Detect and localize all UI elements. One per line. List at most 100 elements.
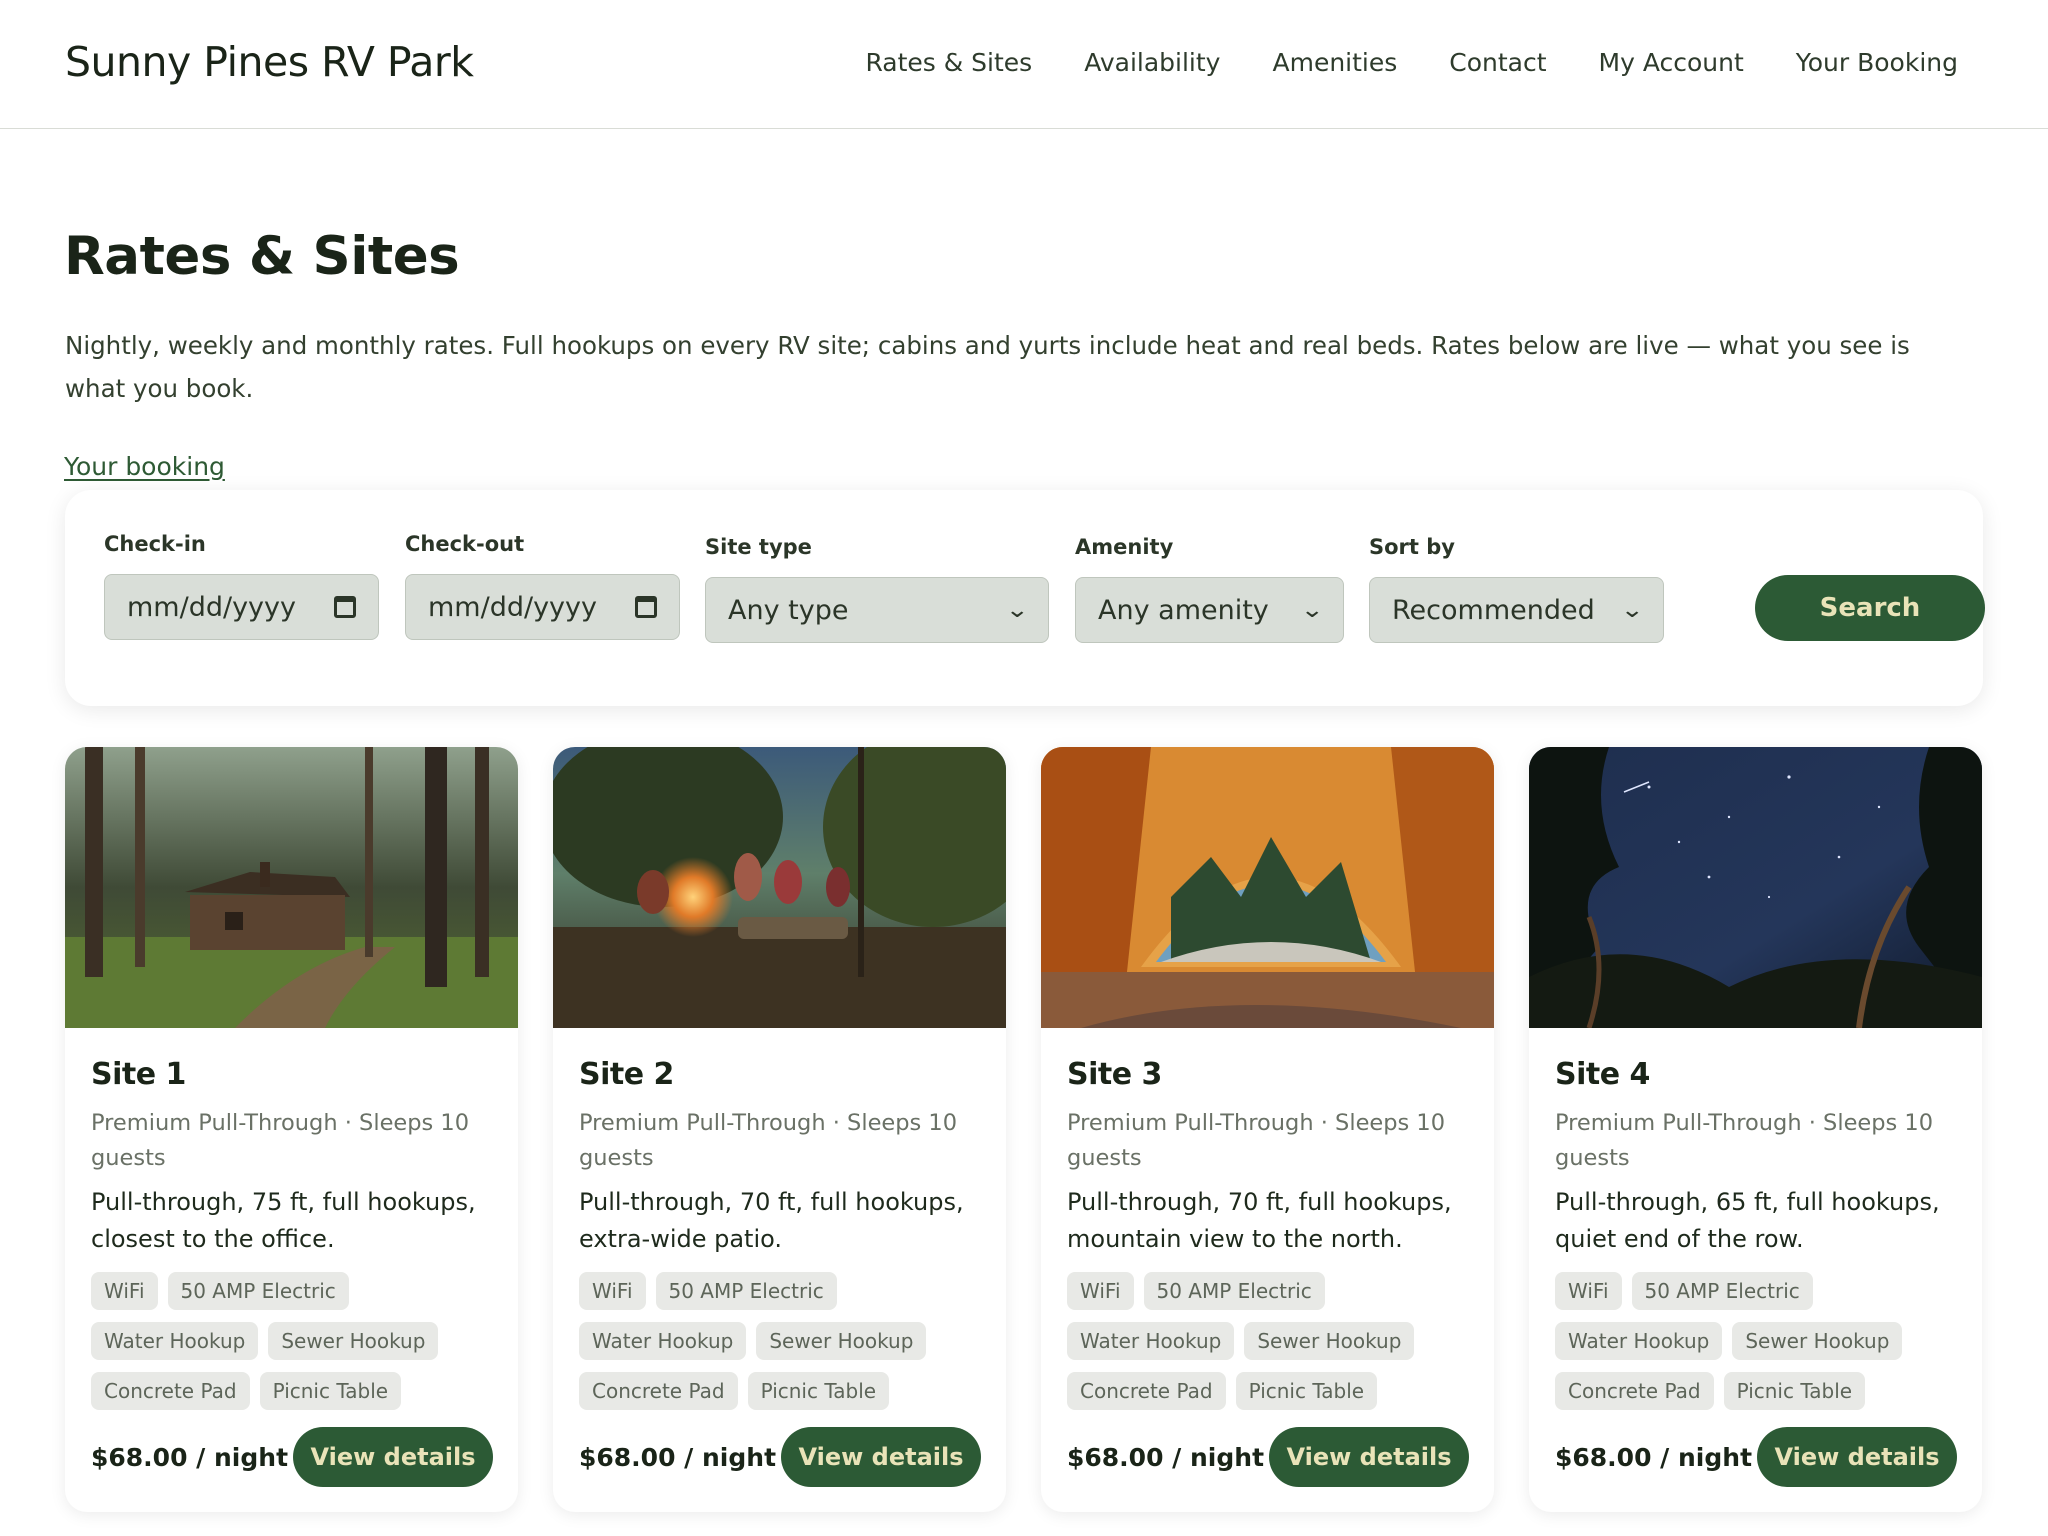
card-body: Site 1 Premium Pull-Through · Sleeps 10 … xyxy=(91,1057,498,1410)
checkin-label: Check-in xyxy=(104,532,206,556)
tag-sewer: Sewer Hookup xyxy=(756,1322,927,1360)
nav-contact[interactable]: Contact xyxy=(1449,48,1546,77)
card-title[interactable]: Site 2 xyxy=(579,1057,986,1092)
amenity-tags: WiFi 50 AMP Electric Water Hookup Sewer … xyxy=(91,1272,491,1410)
chevron-down-icon: ⌄ xyxy=(1004,597,1029,623)
tag-electric: 50 AMP Electric xyxy=(167,1272,349,1310)
site-card: Site 4 Premium Pull-Through · Sleeps 10 … xyxy=(1529,747,1982,1512)
checkout-input[interactable]: mm/dd/yyyy xyxy=(405,574,680,640)
price: $68.00 / night xyxy=(1067,1442,1265,1472)
calendar-icon[interactable] xyxy=(635,596,657,618)
card-description: Pull-through, 70 ft, full hookups, extra… xyxy=(579,1188,964,1253)
search-panel: Check-in mm/dd/yyyy Check-out mm/dd/yyyy… xyxy=(65,490,1985,706)
site-card: Site 3 Premium Pull-Through · Sleeps 10 … xyxy=(1041,747,1494,1512)
site-photo-tent[interactable] xyxy=(1041,747,1494,1028)
tag-sewer: Sewer Hookup xyxy=(1732,1322,1903,1360)
nav-your-booking[interactable]: Your Booking xyxy=(1796,48,1958,77)
amenity-select[interactable]: Any amenity ⌄ xyxy=(1075,577,1344,643)
view-details-button[interactable]: View details xyxy=(293,1427,493,1487)
calendar-icon[interactable] xyxy=(334,596,356,618)
checkout-label: Check-out xyxy=(405,532,525,556)
tag-concrete-pad: Concrete Pad xyxy=(1067,1372,1226,1410)
tag-picnic-table: Picnic Table xyxy=(1723,1372,1866,1410)
tag-wifi: WiFi xyxy=(1555,1272,1622,1310)
nav-amenities[interactable]: Amenities xyxy=(1272,48,1397,77)
card-title[interactable]: Site 1 xyxy=(91,1057,498,1092)
nav-availability[interactable]: Availability xyxy=(1084,48,1220,77)
page-title: Rates & Sites xyxy=(64,226,460,287)
tag-picnic-table: Picnic Table xyxy=(747,1372,890,1410)
amenity-tags: WiFi 50 AMP Electric Water Hookup Sewer … xyxy=(579,1272,979,1410)
tag-water: Water Hookup xyxy=(1067,1322,1235,1360)
chevron-down-icon: ⌄ xyxy=(1619,597,1644,623)
amenity-tags: WiFi 50 AMP Electric Water Hookup Sewer … xyxy=(1067,1272,1467,1410)
site-photo-campfire[interactable] xyxy=(553,747,1006,1028)
tag-wifi: WiFi xyxy=(1067,1272,1134,1310)
your-booking-link[interactable]: Your booking xyxy=(64,452,225,481)
card-subtitle: Premium Pull-Through · Sleeps 10 guests xyxy=(91,1110,470,1171)
checkout-value: mm/dd/yyyy xyxy=(428,591,597,623)
tag-concrete-pad: Concrete Pad xyxy=(1555,1372,1714,1410)
site-card: Site 2 Premium Pull-Through · Sleeps 10 … xyxy=(553,747,1006,1512)
card-subtitle: Premium Pull-Through · Sleeps 10 guests xyxy=(1067,1110,1446,1171)
price: $68.00 / night xyxy=(1555,1442,1753,1472)
sort-label: Sort by xyxy=(1369,535,1455,559)
card-footer: $68.00 / night View details xyxy=(1555,1427,1957,1487)
card-description: Pull-through, 75 ft, full hookups, close… xyxy=(91,1188,476,1253)
checkout-field: Check-out mm/dd/yyyy xyxy=(405,532,680,640)
tag-electric: 50 AMP Electric xyxy=(1143,1272,1325,1310)
tag-water: Water Hookup xyxy=(579,1322,747,1360)
tag-sewer: Sewer Hookup xyxy=(1244,1322,1415,1360)
site-photo-night-sky[interactable] xyxy=(1529,747,1982,1028)
nav-my-account[interactable]: My Account xyxy=(1599,48,1744,77)
intro-text: Nightly, weekly and monthly rates. Full … xyxy=(65,331,1910,403)
site-type-field: Site type Any type ⌄ xyxy=(705,535,1049,643)
chevron-down-icon: ⌄ xyxy=(1299,597,1324,623)
view-details-button[interactable]: View details xyxy=(1757,1427,1957,1487)
card-body: Site 4 Premium Pull-Through · Sleeps 10 … xyxy=(1555,1057,1962,1410)
site-card: Site 1 Premium Pull-Through · Sleeps 10 … xyxy=(65,747,518,1512)
site-type-select[interactable]: Any type ⌄ xyxy=(705,577,1049,643)
sort-select[interactable]: Recommended ⌄ xyxy=(1369,577,1664,643)
nav-rates-sites[interactable]: Rates & Sites xyxy=(865,48,1032,77)
amenity-label: Amenity xyxy=(1075,535,1174,559)
tag-water: Water Hookup xyxy=(91,1322,259,1360)
checkin-input[interactable]: mm/dd/yyyy xyxy=(104,574,379,640)
card-footer: $68.00 / night View details xyxy=(579,1427,981,1487)
sort-value: Recommended xyxy=(1392,594,1595,626)
main-nav: Rates & Sites Availability Amenities Con… xyxy=(865,48,1958,77)
tag-electric: 50 AMP Electric xyxy=(1631,1272,1813,1310)
price: $68.00 / night xyxy=(579,1442,777,1472)
tag-electric: 50 AMP Electric xyxy=(655,1272,837,1310)
view-details-button[interactable]: View details xyxy=(781,1427,981,1487)
price: $68.00 / night xyxy=(91,1442,289,1472)
card-description: Pull-through, 70 ft, full hookups, mount… xyxy=(1067,1188,1452,1253)
amenity-field: Amenity Any amenity ⌄ xyxy=(1075,535,1344,643)
card-title[interactable]: Site 4 xyxy=(1555,1057,1962,1092)
card-body: Site 2 Premium Pull-Through · Sleeps 10 … xyxy=(579,1057,986,1410)
view-details-button[interactable]: View details xyxy=(1269,1427,1469,1487)
card-footer: $68.00 / night View details xyxy=(1067,1427,1469,1487)
search-button[interactable]: Search xyxy=(1755,575,1985,641)
tag-concrete-pad: Concrete Pad xyxy=(91,1372,250,1410)
sort-field: Sort by Recommended ⌄ xyxy=(1369,535,1664,643)
site-header: Sunny Pines RV Park Rates & Sites Availa… xyxy=(0,0,2048,129)
amenity-value: Any amenity xyxy=(1098,594,1269,626)
tag-wifi: WiFi xyxy=(579,1272,646,1310)
site-type-value: Any type xyxy=(728,594,849,626)
amenity-tags: WiFi 50 AMP Electric Water Hookup Sewer … xyxy=(1555,1272,1955,1410)
tag-water: Water Hookup xyxy=(1555,1322,1723,1360)
tag-picnic-table: Picnic Table xyxy=(259,1372,402,1410)
site-photo-cabin[interactable] xyxy=(65,747,518,1028)
brand-logo[interactable]: Sunny Pines RV Park xyxy=(65,38,474,86)
card-subtitle: Premium Pull-Through · Sleeps 10 guests xyxy=(1555,1110,1934,1171)
card-footer: $68.00 / night View details xyxy=(91,1427,493,1487)
card-body: Site 3 Premium Pull-Through · Sleeps 10 … xyxy=(1067,1057,1474,1410)
card-title[interactable]: Site 3 xyxy=(1067,1057,1474,1092)
checkin-value: mm/dd/yyyy xyxy=(127,591,296,623)
card-description: Pull-through, 65 ft, full hookups, quiet… xyxy=(1555,1188,1940,1253)
checkin-field: Check-in mm/dd/yyyy xyxy=(104,532,379,640)
tag-picnic-table: Picnic Table xyxy=(1235,1372,1378,1410)
tag-wifi: WiFi xyxy=(91,1272,158,1310)
tag-sewer: Sewer Hookup xyxy=(268,1322,439,1360)
